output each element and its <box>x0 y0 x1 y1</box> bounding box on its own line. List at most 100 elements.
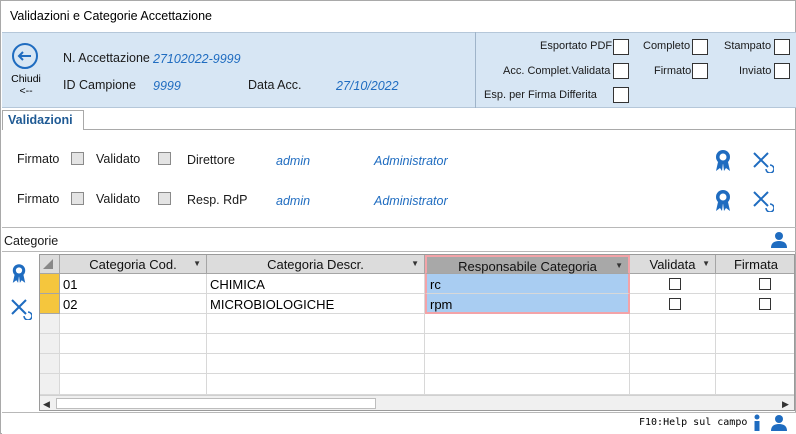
validata-checkbox[interactable] <box>669 298 681 310</box>
section-divider <box>2 251 796 252</box>
empty-cell <box>207 334 425 354</box>
sign-badge-icon[interactable] <box>11 263 27 285</box>
row1-name: Administrator <box>374 154 448 168</box>
esp-firma-differita-checkbox[interactable] <box>613 87 629 103</box>
empty-cell <box>425 314 630 334</box>
empty-cell <box>630 354 716 374</box>
empty-cell <box>207 374 425 395</box>
scroll-left-icon[interactable]: ◀ <box>43 399 50 410</box>
data-acc-label: Data Acc. <box>248 78 302 92</box>
cell-cod[interactable]: 01 <box>60 274 207 294</box>
esportato-pdf-checkbox[interactable] <box>613 39 629 55</box>
row1-firmato-label: Firmato <box>17 152 60 166</box>
cell-resp[interactable]: rpm <box>425 294 630 314</box>
firmato-checkbox[interactable] <box>692 63 708 79</box>
cell-validata[interactable] <box>630 294 716 314</box>
user-icon[interactable] <box>770 414 788 432</box>
row2-validato-label: Validato <box>96 192 141 206</box>
user-icon[interactable] <box>770 231 788 249</box>
horizontal-scrollbar[interactable]: ◀ ▶ <box>40 395 794 410</box>
row2-role: Resp. RdP <box>187 193 248 207</box>
sign-badge-icon[interactable] <box>714 189 732 213</box>
close-sub-label: <-- <box>19 85 33 97</box>
categorie-grid[interactable]: Categoria Cod. ▼ Categoria Descr. ▼ Respon… <box>39 254 795 411</box>
dropdown-arrow-icon[interactable]: ▼ <box>702 259 710 268</box>
row1-validato-checkbox[interactable] <box>158 152 171 165</box>
column-header-descr-label: Categoria Descr. <box>267 257 364 272</box>
cell-validata[interactable] <box>630 274 716 294</box>
scrollbar-thumb[interactable] <box>56 398 376 409</box>
data-acc-value: 27/10/2022 <box>336 79 399 93</box>
help-hint: F10:Help sul campo <box>639 417 748 428</box>
row-marker[interactable] <box>40 294 60 314</box>
id-campione-value: 9999 <box>153 79 181 93</box>
revoke-icon[interactable] <box>10 298 32 320</box>
column-header-resp[interactable]: Responsabile Categoria ▼ <box>425 255 630 274</box>
empty-cell <box>716 314 794 334</box>
row2-firmato-checkbox[interactable] <box>71 192 84 205</box>
acc-complet-validata-label: Acc. Complet.Validata <box>503 65 611 77</box>
row2-validato-checkbox[interactable] <box>158 192 171 205</box>
n-accettazione-value: 27102022-9999 <box>153 52 241 66</box>
empty-cell <box>716 374 794 395</box>
row2-user: admin <box>276 194 311 208</box>
cell-cod[interactable]: 02 <box>60 294 207 314</box>
empty-cell <box>630 334 716 354</box>
inviato-label: Inviato <box>739 65 772 77</box>
completo-checkbox[interactable] <box>692 39 708 55</box>
row1-user: admin <box>276 154 311 168</box>
column-header-validata[interactable]: Validata ▼ <box>630 255 716 274</box>
inviato-checkbox[interactable] <box>774 63 790 79</box>
sign-badge-icon[interactable] <box>714 149 732 173</box>
empty-row-marker <box>40 314 60 334</box>
empty-cell <box>716 334 794 354</box>
empty-row-marker <box>40 354 60 374</box>
info-icon[interactable] <box>752 414 762 432</box>
cell-resp[interactable]: rc <box>425 274 630 294</box>
section-divider <box>2 227 796 228</box>
validata-checkbox[interactable] <box>669 278 681 290</box>
completo-label: Completo <box>643 40 691 52</box>
categorie-label: Categorie <box>4 234 59 248</box>
tab-validazioni[interactable]: Validazioni <box>2 110 84 130</box>
empty-cell <box>630 314 716 334</box>
empty-cell <box>207 314 425 334</box>
close-button[interactable]: Chiudi <-- <box>10 73 42 97</box>
column-header-resp-label: Responsabile Categoria <box>458 259 597 274</box>
column-header-cod[interactable]: Categoria Cod. ▼ <box>60 255 207 274</box>
dropdown-arrow-icon[interactable]: ▼ <box>411 259 419 268</box>
revoke-icon[interactable] <box>752 190 774 212</box>
empty-cell <box>60 334 207 354</box>
stampato-label: Stampato <box>724 40 772 52</box>
id-campione-label: ID Campione <box>63 78 136 92</box>
firmata-checkbox[interactable] <box>759 278 771 290</box>
close-label: Chiudi <box>11 73 41 85</box>
column-header-descr[interactable]: Categoria Descr. ▼ <box>207 255 425 274</box>
empty-cell <box>425 334 630 354</box>
row1-firmato-checkbox[interactable] <box>71 152 84 165</box>
acc-complet-validata-checkbox[interactable] <box>613 63 629 79</box>
back-arrow-icon[interactable] <box>11 42 39 70</box>
column-header-validata-label: Validata <box>649 257 696 272</box>
cell-descr[interactable]: MICROBIOLOGICHE <box>207 294 425 314</box>
cell-firmata[interactable] <box>716 294 794 314</box>
row-marker[interactable] <box>40 274 60 294</box>
tab-underline <box>84 129 796 130</box>
stampato-checkbox[interactable] <box>774 39 790 55</box>
esp-firma-differita-label: Esp. per Firma Differita <box>484 89 597 101</box>
firmata-checkbox[interactable] <box>759 298 771 310</box>
dropdown-arrow-icon[interactable]: ▼ <box>193 259 201 268</box>
empty-cell <box>425 374 630 395</box>
empty-cell <box>60 354 207 374</box>
dropdown-arrow-icon[interactable]: ▼ <box>615 261 623 270</box>
column-header-firmata[interactable]: Firmata <box>716 255 794 274</box>
row2-firmato-label: Firmato <box>17 192 60 206</box>
empty-row-marker <box>40 334 60 354</box>
empty-cell <box>207 354 425 374</box>
grid-corner <box>40 255 60 274</box>
scroll-right-icon[interactable]: ▶ <box>782 399 789 410</box>
empty-cell <box>60 374 207 395</box>
cell-firmata[interactable] <box>716 274 794 294</box>
revoke-icon[interactable] <box>752 151 774 173</box>
cell-descr[interactable]: CHIMICA <box>207 274 425 294</box>
